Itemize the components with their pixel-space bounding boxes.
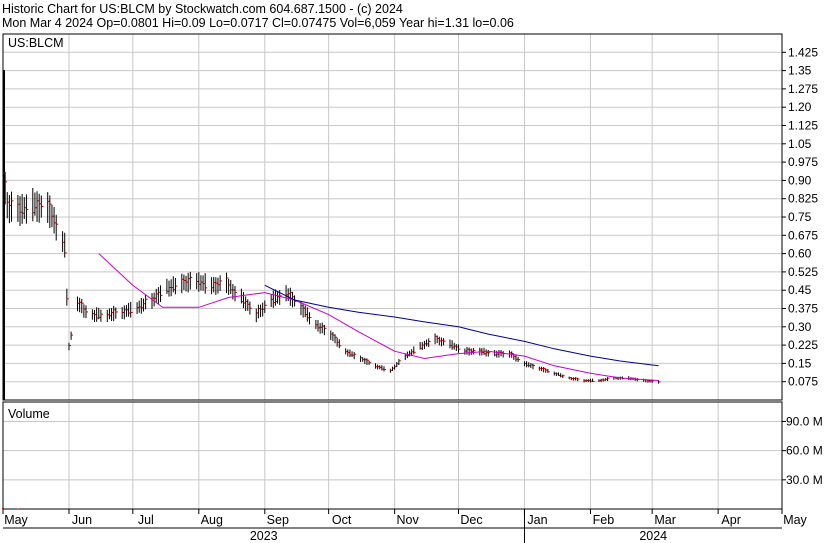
month-label: Feb [593,513,615,527]
volume-panel-frame [2,401,783,510]
month-label: Jul [138,513,154,527]
volume-grid [2,402,786,509]
month-label: May [4,513,28,527]
price-tick-label: 0.15 [788,356,812,370]
price-tick-label: 0.60 [788,247,812,261]
price-axis-labels: 1.425 1.35 1.275 1.20 1.125 1.05 0.975 0.90 0.82… [788,45,818,388]
price-tick-label: 0.075 [788,375,818,389]
price-tick-label: 0.675 [788,228,818,242]
price-tick-label: 0.30 [788,320,812,334]
volume-panel-label: Volume [8,407,50,421]
price-tick-label: 1.05 [788,137,812,151]
month-label: Mar [654,513,676,527]
volume-tick-label: 60.0 M [786,444,823,458]
price-tick-label: 0.225 [788,338,818,352]
price-tick-label: 0.45 [788,283,812,297]
price-grid [2,34,786,400]
price-tick-label: 0.375 [788,302,818,316]
price-tick-label: 0.525 [788,265,818,279]
month-label: Aug [201,513,223,527]
month-label: Jun [72,513,92,527]
price-tick-label: 0.90 [788,173,812,187]
price-tick-label: 0.75 [788,210,812,224]
volume-tick-label: 30.0 M [786,473,823,487]
month-label: Dec [460,513,482,527]
price-tick-label: 1.125 [788,119,818,133]
volume-tick-label: 90.0 M [786,414,823,428]
year-label: 2024 [639,529,667,543]
price-tick-label: 0.825 [788,192,818,206]
symbol-label: US:BLCM [8,36,64,50]
month-axis-labels: May Jun Jul Aug Sep Oct Nov Dec Jan Feb Mar Apr May [2,509,808,527]
month-label: Nov [397,513,420,527]
price-tick-label: 1.275 [788,82,818,96]
price-tick-label: 1.35 [788,64,812,78]
year-label: 2023 [250,529,278,543]
stock-chart: 1.425 1.35 1.275 1.20 1.125 1.05 0.975 0.90 0.82… [2,33,823,543]
price-tick-label: 0.975 [788,155,818,169]
volume-axis-labels: 90.0 M 60.0 M 30.0 M [786,414,823,486]
moving-average-short-line [98,253,659,381]
month-label: May [783,513,807,527]
month-label: Apr [721,513,740,527]
moving-average-lines [98,253,659,381]
month-label: Oct [332,513,352,527]
month-label: Sep [267,513,289,527]
month-label: Jan [527,513,547,527]
price-tick-label: 1.425 [788,45,818,59]
price-tick-label: 1.20 [788,100,812,114]
